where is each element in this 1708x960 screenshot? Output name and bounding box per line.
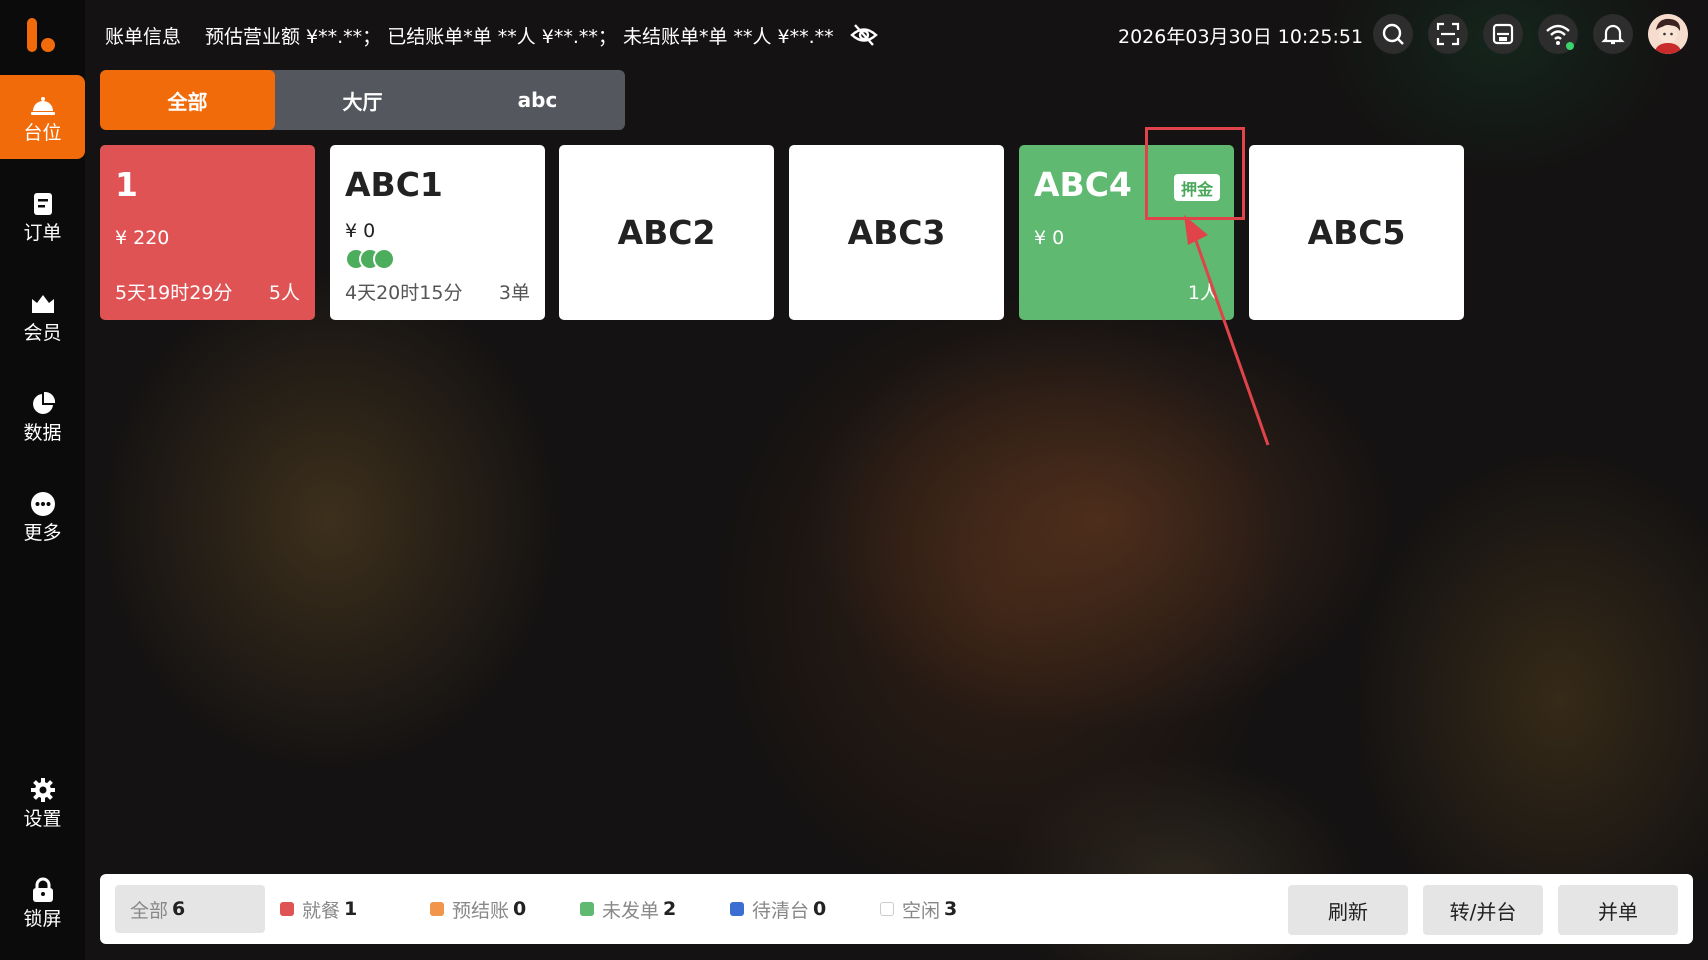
order-status-dots bbox=[345, 248, 405, 270]
filter-label: 就餐 bbox=[302, 899, 341, 922]
bill-info-title: 账单信息 bbox=[105, 26, 182, 48]
top-bar: 账单信息 预估营业额 ¥**.**； 已结账单*单 **人 ¥**.**； 未结… bbox=[85, 0, 1708, 70]
printer-button[interactable] bbox=[1483, 14, 1523, 54]
filter-label: 未发单 bbox=[602, 899, 660, 922]
order-icon bbox=[33, 193, 52, 215]
status-color-swatch bbox=[430, 902, 444, 916]
pie-chart-icon bbox=[32, 391, 55, 414]
table-name: 1 bbox=[115, 165, 138, 204]
app-logo bbox=[27, 18, 59, 52]
sidebar-item-label: 设置 bbox=[23, 808, 62, 830]
notification-button[interactable] bbox=[1593, 14, 1633, 54]
filter-label: 待清台 bbox=[752, 899, 810, 922]
filter-count: 0 bbox=[813, 898, 827, 920]
refresh-button[interactable]: 刷新 bbox=[1288, 885, 1408, 935]
merge-order-button[interactable]: 并单 bbox=[1558, 885, 1678, 935]
table-name: ABC5 bbox=[1307, 213, 1406, 252]
transfer-merge-table-button[interactable]: 转/并台 bbox=[1423, 885, 1543, 935]
sidebar-item-more[interactable]: 更多 bbox=[0, 475, 85, 559]
table-card-abc3[interactable]: ABC3 bbox=[789, 145, 1004, 320]
tab-all[interactable]: 全部 bbox=[100, 70, 275, 130]
sidebar-item-label: 台位 bbox=[23, 122, 62, 144]
status-color-swatch bbox=[580, 902, 594, 916]
more-icon bbox=[30, 492, 55, 516]
table-duration: 5天19时29分 bbox=[115, 282, 233, 304]
sidebar-item-settings[interactable]: 设置 bbox=[0, 761, 85, 845]
sidebar-item-tables[interactable]: 台位 bbox=[0, 75, 85, 159]
table-service-icon bbox=[30, 97, 55, 115]
tab-abc[interactable]: abc bbox=[450, 70, 625, 130]
table-card-1[interactable]: 1 ¥ 220 5天19时29分 5人 bbox=[100, 145, 315, 320]
filter-label: 预结账 bbox=[452, 899, 510, 922]
table-amount: ¥ 0 bbox=[345, 220, 376, 242]
sidebar-item-label: 数据 bbox=[23, 422, 62, 444]
member-icon bbox=[31, 295, 54, 313]
filter-dining[interactable]: 就餐 1 bbox=[280, 885, 357, 933]
sidebar-item-label: 会员 bbox=[23, 322, 62, 344]
table-amount: ¥ 220 bbox=[115, 227, 170, 249]
sidebar: 台位 订单 会员 数据 更多 设置 锁屏 bbox=[0, 0, 85, 960]
table-guest-count: 5人 bbox=[268, 282, 300, 304]
table-name: ABC3 bbox=[847, 213, 946, 252]
wifi-button[interactable] bbox=[1538, 14, 1578, 54]
scan-icon bbox=[1436, 22, 1460, 46]
table-card-abc1[interactable]: ABC1 ¥ 0 4天20时15分 3单 bbox=[330, 145, 545, 320]
filter-label: 空闲 bbox=[902, 899, 941, 922]
filter-count: 3 bbox=[944, 898, 958, 920]
search-button[interactable] bbox=[1373, 14, 1413, 54]
status-bar: 全部 6 就餐 1 预结账 0 未发单 2 待清台 0 空闲 3 刷新 转/并台… bbox=[100, 874, 1693, 944]
annotation-highlight-box bbox=[1145, 127, 1245, 220]
table-card-abc2[interactable]: ABC2 bbox=[559, 145, 774, 320]
filter-count: 6 bbox=[172, 898, 186, 920]
bill-summary: 预估营业额 ¥**.**； 已结账单*单 **人 ¥**.**； 未结账单*单 … bbox=[205, 26, 834, 48]
filter-label: 全部 bbox=[130, 899, 169, 922]
printer-icon bbox=[1492, 23, 1514, 45]
table-name: ABC1 bbox=[345, 165, 443, 204]
online-status-dot bbox=[1566, 42, 1574, 50]
sidebar-item-orders[interactable]: 订单 bbox=[0, 175, 85, 259]
filter-count: 2 bbox=[663, 898, 677, 920]
filter-to-clean[interactable]: 待清台 0 bbox=[730, 885, 826, 933]
table-name: ABC2 bbox=[617, 213, 716, 252]
current-datetime: 2026年03月30日 10:25:51 bbox=[1118, 26, 1364, 48]
table-card-abc5[interactable]: ABC5 bbox=[1249, 145, 1464, 320]
sidebar-item-label: 锁屏 bbox=[23, 908, 62, 930]
filter-count: 0 bbox=[513, 898, 527, 920]
filter-count: 1 bbox=[344, 898, 358, 920]
search-icon bbox=[1382, 23, 1404, 45]
sidebar-item-label: 订单 bbox=[23, 222, 62, 244]
sidebar-item-data[interactable]: 数据 bbox=[0, 375, 85, 459]
table-amount: ¥ 0 bbox=[1034, 227, 1065, 249]
sidebar-item-members[interactable]: 会员 bbox=[0, 275, 85, 359]
gear-icon bbox=[30, 778, 55, 802]
status-color-swatch bbox=[880, 902, 894, 916]
filter-pre-checkout[interactable]: 预结账 0 bbox=[430, 885, 526, 933]
status-color-swatch bbox=[730, 902, 744, 916]
table-duration: 4天20时15分 bbox=[345, 282, 463, 304]
area-tabs: 全部 大厅 abc bbox=[100, 70, 625, 130]
lock-icon bbox=[32, 877, 53, 902]
status-color-swatch bbox=[280, 902, 294, 916]
tab-hall[interactable]: 大厅 bbox=[275, 70, 450, 130]
sidebar-item-lock[interactable]: 锁屏 bbox=[0, 861, 85, 945]
filter-unsent[interactable]: 未发单 2 bbox=[580, 885, 676, 933]
table-order-count: 3单 bbox=[498, 282, 530, 304]
table-name: ABC4 bbox=[1034, 165, 1132, 204]
filter-idle[interactable]: 空闲 3 bbox=[880, 885, 957, 933]
annotation-arrow bbox=[1184, 215, 1270, 446]
filter-all[interactable]: 全部 6 bbox=[115, 885, 265, 933]
avatar[interactable] bbox=[1648, 14, 1688, 54]
scan-button[interactable] bbox=[1428, 14, 1468, 54]
sidebar-item-label: 更多 bbox=[23, 522, 62, 544]
user-avatar-icon bbox=[1648, 14, 1688, 54]
eye-off-icon[interactable] bbox=[850, 22, 878, 48]
bell-icon bbox=[1601, 24, 1625, 45]
